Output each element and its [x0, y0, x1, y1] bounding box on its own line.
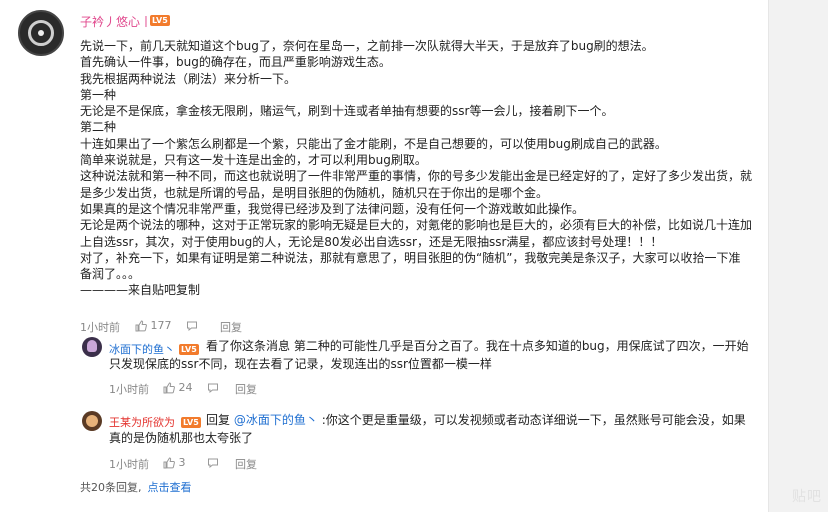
avatar-dot-icon — [38, 30, 44, 36]
comment-icon-button[interactable] — [207, 456, 219, 469]
reply2-avatar[interactable] — [82, 411, 102, 431]
thumb-up-icon — [163, 457, 175, 469]
level-badge: LV5 — [150, 15, 170, 26]
like-count: 177 — [150, 319, 172, 332]
main-comment-meta: 1小时前 177 回复 — [80, 319, 380, 335]
thumb-up-icon — [163, 382, 175, 394]
reply1-line: 看了你这条消息 第二种的可能性几乎是百分之百了。我在十点多知道的bug，用保底试… — [206, 339, 749, 353]
reply-button[interactable]: 回复 — [220, 319, 242, 335]
reply2-meta: 1小时前 3 回复 — [109, 456, 409, 472]
reply-word: 回复 — [206, 413, 231, 427]
comment-line: 无论是两个说法的哪种，这对于正常玩家的影响无疑是巨大的，对氪佬的影响也是巨大的，… — [80, 218, 753, 233]
comment-line: 第二种 — [80, 120, 117, 135]
reply2-username[interactable]: 王某为所欲为 — [109, 414, 175, 430]
reply1-line: 只发现保底的ssr不同，现在去看了记录，发现连出的ssr位置都一模一样 — [109, 357, 492, 371]
reply1-meta: 1小时前 24 回复 — [109, 381, 409, 397]
mention-link[interactable]: @冰面下的鱼丶 — [234, 413, 318, 427]
reply-button[interactable]: 回复 — [235, 381, 257, 397]
comment-line: 十连如果出了一个紫怎么刷都是一个紫，只能出了金才能刷，不是自己想要的，可以使用b… — [80, 136, 667, 151]
reply-footer: 共20条回复, 点击查看 — [80, 479, 192, 495]
like-count: 24 — [178, 381, 193, 394]
comment-time: 1小时前 — [80, 321, 120, 334]
thumb-up-icon — [135, 320, 147, 332]
expand-replies-link[interactable]: 点击查看 — [148, 481, 192, 494]
comment-line: 如果真的是这个情况非常严重，我觉得已经涉及到了法律问题，没有任何一个游戏敢如此操… — [80, 201, 585, 216]
comment-line: 备润了。。。 — [80, 267, 141, 282]
reply1-avatar[interactable] — [82, 337, 102, 357]
comment-time: 1小时前 — [109, 458, 149, 471]
watermark: 贴吧 — [792, 489, 822, 505]
comment-bubble-icon — [208, 383, 218, 394]
comment-line: 简单来说就是，只有这一发十连是出金的，才可以利用bug刷取。 — [80, 153, 427, 168]
like-count: 3 — [178, 456, 186, 469]
comment-line: 是多少发出货，也就是所谓的号品，是明目张胆的伪随机，随机只在于你出的是哪个金。 — [80, 185, 549, 200]
comment-time: 1小时前 — [109, 383, 149, 396]
comment-line: 无论是不是保底，拿金核无限刷，赌运气，刷到十连或者单抽有想要的ssr等一会儿，接… — [80, 104, 614, 119]
comment-line: ————来自贴吧复制 — [80, 283, 201, 298]
total-replies: 共20条回复, — [80, 481, 142, 494]
reply2-line: :你这个更是重量级，可以发视频或者动态详细说一下，虽然账号可能会没，如果 — [321, 413, 746, 427]
like-button[interactable]: 3 — [163, 456, 186, 469]
comment-line: 这种说法就和第一种不同，而这也就说明了一件非常严重的事情，你的号多少发能出金是已… — [80, 169, 753, 184]
reply-button[interactable]: 回复 — [235, 456, 257, 472]
avatar-face-icon — [86, 415, 98, 427]
comment-bubble-icon — [187, 321, 197, 332]
like-button[interactable]: 24 — [163, 381, 193, 394]
reply2-first-line: 回复 @冰面下的鱼丶 :你这个更是重量级，可以发视频或者动态详细说一下，虽然账号… — [206, 412, 746, 429]
like-button[interactable]: 177 — [135, 319, 172, 332]
reply1-username[interactable]: 冰面下的鱼丶 — [109, 341, 175, 357]
comment-line: 我先根据两种说法（刷法）来分析一下。 — [80, 71, 297, 86]
main-comment-body: 先说一下，前几天就知道这个bug了，奈何在星岛一，之前排一次队就得大半天，于是放… — [80, 38, 762, 299]
level-badge: LV5 — [179, 344, 199, 355]
avatar-figure-icon — [87, 340, 97, 352]
reply2-line: 真的是伪随机那也太夸张了 — [109, 431, 254, 445]
user-avatar[interactable] — [18, 10, 64, 56]
comment-line: 对了，补充一下，如果有证明是第二种说法，那就有意思了，明目张胆的伪“随机”，我敬… — [80, 250, 741, 265]
right-sidebar: 贴吧 — [768, 0, 828, 512]
comment-line: 首先确认一件事，bug的确存在，而且严重影响游戏生态。 — [80, 55, 391, 70]
comment-bubble-icon — [208, 458, 218, 469]
comment-line: 第一种 — [80, 87, 117, 102]
comment-icon-button[interactable] — [207, 381, 219, 394]
comment-line: 先说一下，前几天就知道这个bug了，奈何在星岛一，之前排一次队就得大半天，于是放… — [80, 39, 654, 53]
level-badge: LV5 — [181, 417, 201, 428]
comment-line: 上自选ssr，其次，对于使用bug的人，无论是80发必出自选ssr，还是无限抽s… — [80, 234, 663, 249]
comment-panel: 子衿丿悠心丨 LV5 先说一下，前几天就知道这个bug了，奈何在星岛一，之前排一… — [0, 0, 768, 512]
comment-icon-button[interactable] — [186, 319, 198, 332]
main-username[interactable]: 子衿丿悠心丨 — [80, 13, 152, 30]
